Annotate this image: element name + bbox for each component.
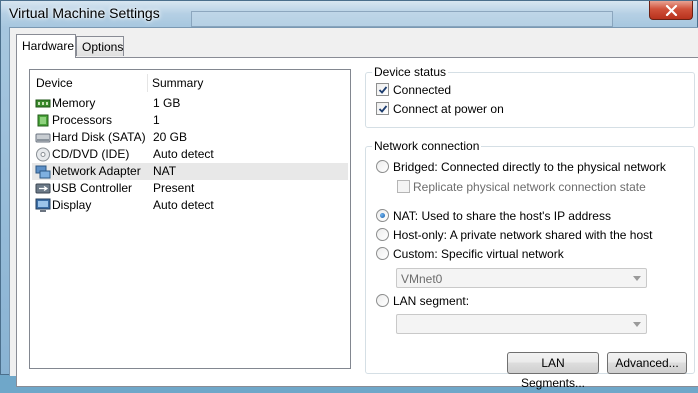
device-row-memory[interactable]: Memory 1 GB — [32, 95, 348, 112]
advanced-button[interactable]: Advanced... — [607, 352, 687, 374]
column-header-device[interactable]: Device — [36, 74, 73, 92]
check-icon — [378, 105, 388, 113]
device-row-display[interactable]: Display Auto detect — [32, 197, 348, 214]
window: Virtual Machine Settings Hardware Option… — [0, 0, 698, 390]
lan-segments-button[interactable]: LAN Segments... — [507, 352, 599, 390]
device-status-title: Device status — [372, 65, 449, 79]
replicate-state-checkbox[interactable] — [397, 180, 410, 193]
cd-dvd-icon — [36, 147, 50, 162]
close-button[interactable] — [649, 1, 693, 20]
device-summary: 20 GB — [153, 130, 188, 144]
device-row-hard-disk[interactable]: Hard Disk (SATA) 20 GB — [32, 129, 348, 146]
lan-segment-label[interactable]: LAN segment: — [393, 294, 469, 308]
bridged-label[interactable]: Bridged: Connected directly to the physi… — [393, 160, 666, 174]
advanced-button-label: Advanced... — [615, 356, 679, 370]
chevron-down-icon — [633, 322, 641, 327]
dialog-client: Hardware Options Device Summary Memory 1… — [9, 27, 698, 390]
tab-hardware-label: Hardware — [22, 39, 75, 53]
device-name: USB Controller — [52, 181, 133, 195]
hard-disk-icon — [35, 133, 51, 143]
connect-at-power-on-checkbox[interactable] — [376, 102, 389, 115]
device-row-usb-controller[interactable]: USB Controller Present — [32, 180, 348, 197]
device-name: Display — [52, 198, 92, 212]
host-only-label[interactable]: Host-only: A private network shared with… — [393, 228, 652, 242]
network-connection-title: Network connection — [372, 139, 482, 153]
device-summary: NAT — [153, 164, 177, 178]
device-summary: Present — [153, 181, 195, 195]
column-header-summary[interactable]: Summary — [152, 74, 203, 92]
network-adapter-icon — [35, 165, 51, 179]
device-list[interactable]: Device Summary Memory 1 GB Processors 1 … — [29, 69, 351, 369]
radio-selected-dot — [380, 213, 385, 218]
connected-label[interactable]: Connected — [393, 83, 451, 97]
device-name: Network Adapter — [52, 164, 141, 178]
title-bar[interactable]: Virtual Machine Settings — [1, 1, 697, 27]
device-summary: Auto detect — [153, 198, 214, 212]
host-only-radio[interactable] — [376, 228, 389, 241]
lan-segment-select[interactable] — [396, 314, 647, 334]
device-name: Processors — [52, 113, 113, 127]
tab-hardware[interactable]: Hardware — [16, 34, 76, 58]
replicate-state-label[interactable]: Replicate physical network connection st… — [413, 180, 646, 194]
device-summary: 1 GB — [153, 96, 181, 110]
processor-icon — [37, 114, 49, 127]
chevron-down-icon — [633, 276, 641, 281]
check-icon — [378, 86, 388, 94]
lan-segments-button-label: LAN Segments... — [520, 356, 586, 390]
bridged-radio[interactable] — [376, 160, 389, 173]
network-connection-group: Network connection Bridged: Connected di… — [365, 139, 695, 374]
memory-icon — [35, 99, 51, 108]
custom-network-value: VMnet0 — [401, 272, 443, 286]
nat-radio[interactable] — [376, 209, 389, 222]
device-summary: Auto detect — [153, 147, 214, 161]
tab-options[interactable]: Options — [76, 36, 124, 56]
hardware-panel: Device Summary Memory 1 GB Processors 1 … — [16, 57, 698, 390]
device-row-cd-dvd[interactable]: CD/DVD (IDE) Auto detect — [32, 146, 348, 163]
device-status-group: Device status Connected Connect at power… — [365, 65, 695, 128]
window-title: Virtual Machine Settings — [9, 5, 160, 21]
connected-checkbox[interactable] — [376, 83, 389, 96]
device-row-processors[interactable]: Processors 1 — [32, 112, 348, 129]
column-separator — [147, 74, 148, 92]
custom-network-select[interactable]: VMnet0 — [396, 268, 647, 288]
device-summary: 1 — [153, 113, 160, 127]
device-name: Hard Disk (SATA) — [52, 130, 146, 144]
device-row-network-adapter[interactable]: Network Adapter NAT — [32, 163, 348, 180]
background-window-edge — [191, 11, 613, 27]
custom-radio[interactable] — [376, 247, 389, 260]
display-icon — [35, 198, 51, 212]
connect-at-power-on-label[interactable]: Connect at power on — [393, 102, 504, 116]
device-name: CD/DVD (IDE) — [52, 147, 130, 161]
nat-label[interactable]: NAT: Used to share the host's IP address — [393, 209, 611, 223]
tab-options-label: Options — [82, 40, 124, 54]
device-name: Memory — [52, 96, 96, 110]
usb-icon — [35, 183, 51, 194]
custom-label[interactable]: Custom: Specific virtual network — [393, 247, 564, 261]
lan-segment-radio[interactable] — [376, 294, 389, 307]
close-icon — [665, 5, 678, 16]
